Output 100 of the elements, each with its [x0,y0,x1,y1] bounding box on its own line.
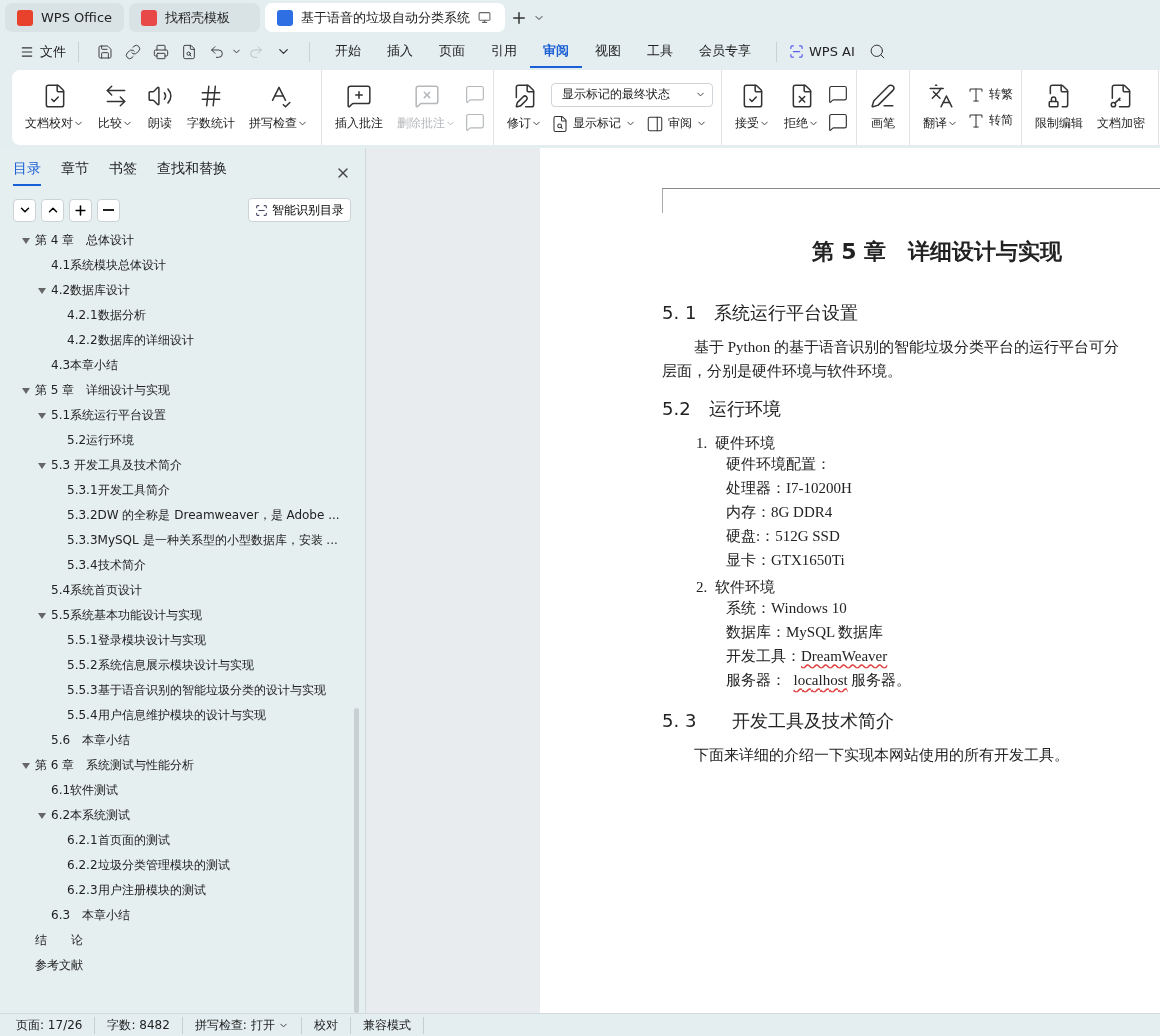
toc-item[interactable]: 参考文献 [35,957,83,974]
expand-triangle-icon[interactable] [22,762,30,769]
monitor-icon [478,11,491,24]
toc-item[interactable]: 第 6 章 系统测试与性能分析 [35,757,195,774]
ribbon-button[interactable]: 画笔 [865,74,901,141]
link-icon[interactable] [125,43,141,60]
toc-item[interactable]: 4.2.1数据分析 [67,307,146,324]
minus-icon [103,209,114,211]
toc-item[interactable]: 6.3 本章小结 [51,907,131,924]
sidebar-tab[interactable]: 目录 [13,160,41,186]
document-search-icon [551,114,569,133]
collapse-button[interactable] [13,198,36,222]
ribbon-tab[interactable]: 审阅 [530,35,582,68]
section-heading: 5. 3 开发工具及技术简介 [662,709,896,733]
undo-icon[interactable] [209,43,225,60]
toc-item[interactable]: 5.5系统基本功能设计与实现 [51,607,203,624]
toc-item[interactable]: 第 4 章 总体设计 [35,232,135,249]
tab-title: 找稻壳模板 [165,8,230,27]
toc-item[interactable]: 4.1系统模块总体设计 [51,257,167,274]
status-dropdown[interactable]: 拼写检查: 打开 [194,1016,302,1034]
expand-triangle-icon[interactable] [22,387,30,394]
ribbon-button[interactable]: 显示标记 [551,114,636,133]
toc-item[interactable]: 5.5.3基于语音识别的智能垃圾分类的设计与实现 [67,682,326,699]
document-tab[interactable]: 基于语音的垃圾自动分类系统 [265,3,505,32]
toc-item[interactable]: 5.3 开发工具及技术简介 [51,457,182,474]
text-line: 系统：Windows 10 [725,599,847,618]
toc-item[interactable]: 5.4系统首页设计 [51,582,143,599]
add-button[interactable] [69,198,92,222]
toc-item[interactable]: 第 5 章 详细设计与实现 [35,382,171,399]
toc-item[interactable]: 4.2.2数据库的详细设计 [67,332,194,349]
toc-item[interactable]: 结 论 [35,932,83,949]
toc-item[interactable]: 4.2数据库设计 [51,282,131,299]
expand-triangle-icon[interactable] [38,462,46,469]
ribbon-button[interactable]: 修订 [502,74,547,141]
toc-item[interactable]: 5.3.1开发工具简介 [67,482,170,499]
ribbon-button[interactable]: 文档加密 [1092,74,1150,141]
toc-item[interactable]: 5.3.3MySQL 是一种关系型的小型数据库，安装 ... [67,532,338,549]
toc-item[interactable]: 5.5.2系统信息展示模块设计与实现 [67,657,254,674]
smart-toc-button[interactable]: 智能识别目录 [248,198,351,222]
ai-button[interactable]: WPS AI [809,44,855,59]
toc-item[interactable]: 5.1系统运行平台设置 [51,407,167,424]
sidebar-tab[interactable]: 查找和替换 [157,160,227,186]
print-preview-icon[interactable] [181,43,197,60]
document-tab[interactable]: WPS Office [5,3,124,32]
toc-item[interactable]: 6.2.1首页面的测试 [67,832,170,849]
document-tab[interactable]: 找稻壳模板 [129,3,260,32]
toc-item[interactable]: 5.5.4用户信息维护模块的设计与实现 [67,707,266,724]
toc-item[interactable]: 6.2本系统测试 [51,807,131,824]
toc-item[interactable]: 5.6 本章小结 [51,732,131,749]
ribbon-button[interactable]: 字数统计 [182,74,240,141]
expand-triangle-icon[interactable] [22,237,30,244]
sidebar-tab[interactable]: 书签 [109,160,137,186]
paragraph-line: 层面，分别是硬件环境与软件环境。 [662,362,903,381]
status-text: 页面: 17/26 [16,1016,96,1034]
ribbon-button[interactable]: 拼写检查 [244,74,313,141]
ribbon-button[interactable]: 翻译 [918,74,963,141]
ribbon-button[interactable]: 转繁 [967,85,1013,104]
paragraph-line: 基于 Python 的基于语音识别的智能垃圾分类平台的运行平台可分 [693,338,1120,357]
ribbon-tab[interactable]: 引用 [478,35,530,68]
ribbon-tab[interactable]: 视图 [582,35,634,68]
expand-triangle-icon[interactable] [38,612,46,619]
ribbon-tab[interactable]: 会员专享 [686,35,764,68]
search-icon[interactable] [868,43,886,60]
expand-button[interactable] [41,198,64,222]
file-menu[interactable]: 文件 [40,42,66,61]
text-line: 内存：8G DDR4 [725,503,833,522]
save-icon[interactable] [97,43,113,60]
toc-item[interactable]: 5.3.2DW 的全称是 Dreamweaver，是 Adobe ... [67,507,340,524]
ribbon-button[interactable]: 文档校对 [20,74,89,141]
ribbon-button[interactable]: 朗读 [142,74,178,141]
markup-select[interactable]: 显示标记的最终状态 [551,82,713,107]
expand-triangle-icon[interactable] [38,812,46,819]
toc-item[interactable]: 5.3.4技术简介 [67,557,146,574]
expand-triangle-icon[interactable] [38,287,46,294]
toc-item[interactable]: 6.1软件测试 [51,782,119,799]
ribbon-button[interactable]: 转简 [967,111,1013,130]
ribbon-button[interactable]: 接受 [730,74,775,141]
status-text: 字数: 8482 [107,1016,183,1034]
toc-item[interactable]: 5.2运行环境 [67,432,135,449]
ribbon-button[interactable]: 比较 [93,74,138,141]
remove-button[interactable] [97,198,120,222]
ribbon-button[interactable]: 插入批注 [330,74,388,141]
print-icon[interactable] [153,43,169,60]
toc-item[interactable]: 6.2.3用户注册模块的测试 [67,882,206,899]
section-heading: 5.2 运行环境 [662,397,782,421]
toc-item[interactable]: 5.5.1登录模块设计与实现 [67,632,206,649]
expand-triangle-icon[interactable] [38,412,46,419]
ribbon-tab[interactable]: 插入 [374,35,426,68]
menu-icon[interactable] [20,44,34,59]
sidebar-tab[interactable]: 章节 [61,160,89,186]
ribbon-tab[interactable]: 页面 [426,35,478,68]
scrollbar[interactable] [354,708,359,1013]
pen-icon [870,83,896,109]
ribbon-button[interactable]: 限制编辑 [1030,74,1088,141]
ribbon-button[interactable]: 拒绝 [779,74,824,141]
toc-item[interactable]: 6.2.2垃圾分类管理模块的测试 [67,857,230,874]
toc-item[interactable]: 4.3本章小结 [51,357,119,374]
ribbon-tab[interactable]: 开始 [322,35,374,68]
ribbon-button[interactable]: 审阅 [646,114,707,133]
ribbon-tab[interactable]: 工具 [634,35,686,68]
